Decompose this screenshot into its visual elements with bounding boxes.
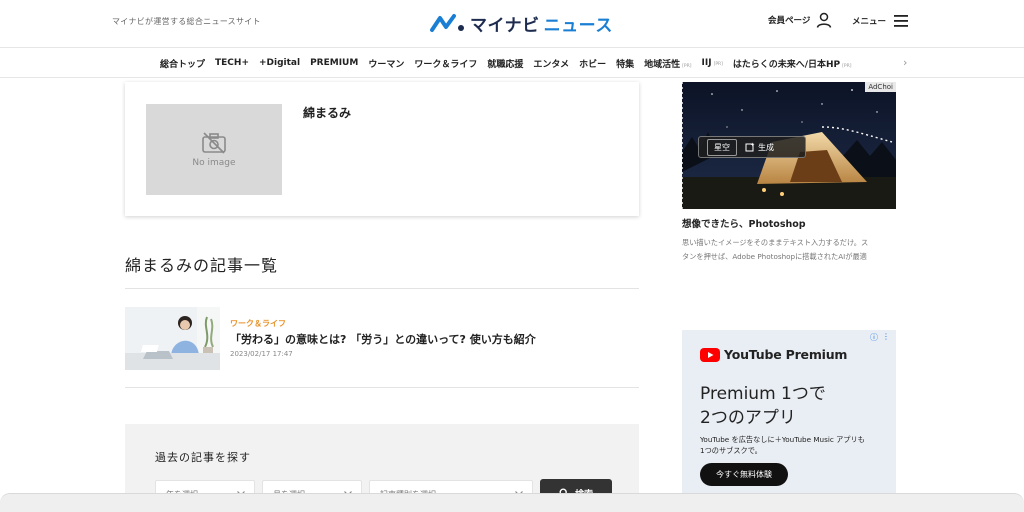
- adchoices-label[interactable]: AdChoi: [865, 82, 896, 92]
- author-image-placeholder: No image: [146, 104, 282, 195]
- member-page-label: 会員ページ: [768, 16, 811, 26]
- divider: [125, 387, 639, 388]
- youtube-brand-text: YouTube Premium: [724, 347, 848, 362]
- article-list-title: 綿まるみの記事一覧: [125, 256, 279, 275]
- site-header: マイナビが運営する総合ニュースサイト マイナビ ニュース 会員ページ メニュー: [0, 0, 1024, 48]
- nav-item-work-life[interactable]: ワーク＆ライフ: [414, 57, 477, 70]
- logo-mark-icon: [430, 14, 464, 32]
- generate-bar: 星空 生成: [698, 136, 806, 158]
- nav-item-entame[interactable]: エンタメ: [533, 57, 569, 70]
- user-icon: [817, 12, 832, 28]
- prompt-field: 星空: [707, 138, 737, 156]
- pr-badge: [PR]: [713, 62, 723, 67]
- author-card: No image 綿まるみ: [125, 82, 639, 216]
- nav-item-woman[interactable]: ウーマン: [368, 57, 404, 70]
- ad-title[interactable]: 想像できたら、Photoshop: [682, 216, 806, 230]
- menu-label: メニュー: [852, 17, 887, 27]
- nav-item-region[interactable]: 地域活性 [PR]: [644, 57, 691, 70]
- site-tagline: マイナビが運営する総合ニュースサイト: [112, 17, 261, 26]
- youtube-play-icon: [700, 347, 720, 362]
- ad-description[interactable]: 思い描いたイメージをそのままテキスト入力するだけ。ス タンを押せば、Adobe …: [682, 236, 896, 264]
- global-nav: 総合トップ TECH+ +Digital PREMIUM ウーマン ワーク＆ライ…: [0, 48, 1024, 78]
- ad-headline: Premium 1つで 2つのアプリ: [700, 384, 826, 428]
- divider: [125, 288, 639, 289]
- ad-description: YouTube を広告なしに＋YouTube Music アプリも 1つのサブス…: [700, 435, 865, 455]
- nav-scroll-right-icon[interactable]: ›: [903, 56, 907, 69]
- bottom-overlay-bar: [0, 493, 1024, 512]
- nav-item-digital[interactable]: +Digital: [259, 58, 300, 68]
- nav-item-top[interactable]: 総合トップ: [160, 57, 205, 70]
- nav-item-feature[interactable]: 特集: [616, 57, 634, 70]
- nav-item-hp[interactable]: はたらくの未来へ/日本HP [PR]: [733, 57, 852, 70]
- woman-at-laptop-image: [125, 307, 220, 370]
- logo-sub-text: ニュース: [543, 15, 613, 36]
- author-name: 綿まるみ: [303, 106, 352, 120]
- youtube-premium-logo: YouTube Premium: [700, 347, 847, 362]
- ad-image[interactable]: AdChoi 星空 生成: [682, 82, 896, 209]
- generate-button: 生成: [745, 142, 774, 153]
- pr-badge: [PR]: [842, 63, 852, 69]
- ad-info-controls[interactable]: ⓘ ⋮: [870, 332, 890, 343]
- free-trial-button[interactable]: 今すぐ無料体験: [700, 463, 788, 486]
- article-title[interactable]: 「労わる」の意味とは? 「労う」との違いって? 使い方も紹介: [230, 331, 536, 347]
- pr-badge: [PR]: [682, 63, 692, 69]
- nav-item-job[interactable]: 就職応援: [487, 57, 523, 70]
- sparkle-image-icon: [745, 142, 755, 152]
- article-category[interactable]: ワーク＆ライフ: [230, 318, 286, 329]
- nav-item-iij[interactable]: IIJ [PR]: [702, 58, 723, 68]
- member-page-link[interactable]: 会員ページ: [768, 12, 832, 28]
- list-item[interactable]: ワーク＆ライフ 「労わる」の意味とは? 「労う」との違いって? 使い方も紹介 2…: [125, 307, 639, 371]
- nav-item-hobby[interactable]: ホビー: [579, 57, 606, 70]
- info-icon[interactable]: ⓘ: [870, 332, 878, 343]
- youtube-premium-ad[interactable]: ⓘ ⋮ YouTube Premium Premium 1つで 2つのアプリ Y…: [682, 330, 896, 512]
- archive-title: 過去の記事を探す: [155, 451, 251, 464]
- hamburger-icon: [894, 15, 909, 27]
- nav-item-premium[interactable]: PREMIUM: [310, 58, 358, 68]
- no-image-label: No image: [192, 157, 236, 168]
- photoshop-ad[interactable]: AdChoi 星空 生成 想像できたら、Photoshop 思い描いたイメージを…: [682, 82, 896, 262]
- no-camera-icon: [202, 131, 226, 154]
- site-logo[interactable]: マイナビ ニュース: [430, 10, 613, 36]
- nav-items: 総合トップ TECH+ +Digital PREMIUM ウーマン ワーク＆ライ…: [160, 48, 852, 78]
- article-date: 2023/02/17 17:47: [230, 350, 293, 358]
- article-thumbnail[interactable]: [125, 307, 220, 370]
- nav-item-tech[interactable]: TECH+: [215, 58, 249, 68]
- menu-button[interactable]: メニュー: [852, 12, 910, 30]
- logo-main-text: マイナビ: [470, 15, 540, 36]
- more-options-icon[interactable]: ⋮: [882, 332, 890, 343]
